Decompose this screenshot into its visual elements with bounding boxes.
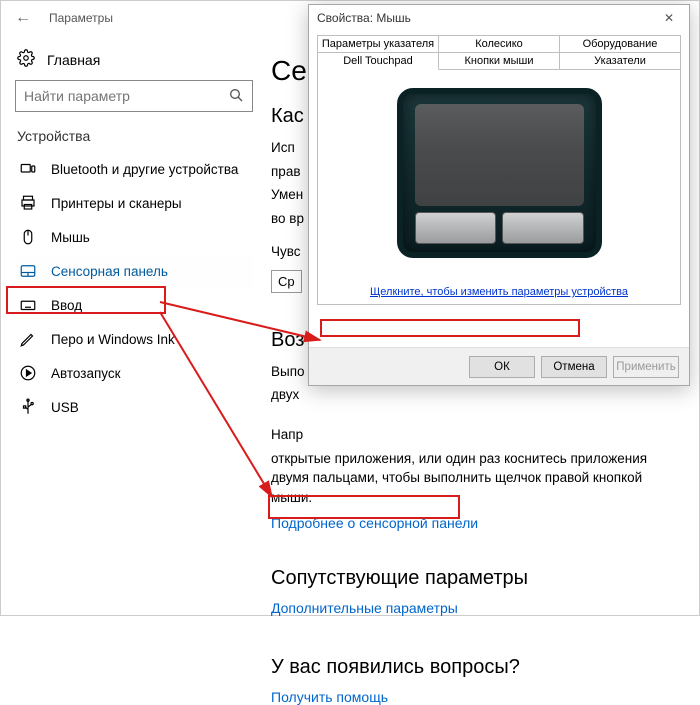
sidebar-item-label: Сенсорная панель [51, 264, 168, 279]
text-line: открытые приложения, или один раз коснит… [271, 449, 669, 508]
touchpad-icon [19, 262, 37, 280]
close-icon[interactable]: ✕ [649, 5, 689, 31]
usb-icon [19, 398, 37, 416]
tab-pointers[interactable]: Указатели [560, 53, 680, 70]
keyboard-icon [19, 296, 37, 314]
sidebar-item-typing[interactable]: Ввод [15, 288, 253, 322]
related-heading: Сопутствующие параметры [271, 567, 669, 590]
sidebar-item-home[interactable]: Главная [15, 43, 253, 80]
additional-settings-link[interactable]: Дополнительные параметры [271, 600, 458, 616]
sidebar-item-label: Принтеры и сканеры [51, 196, 182, 211]
search-input[interactable] [15, 80, 253, 112]
back-arrow-icon[interactable]: ← [15, 9, 31, 27]
text-line: Напр [271, 425, 669, 445]
mouse-icon [19, 228, 37, 246]
settings-title: Параметры [49, 11, 113, 25]
tab-dell-touchpad[interactable]: Dell Touchpad [318, 53, 439, 70]
autoplay-icon [19, 364, 37, 382]
text-line: двух [271, 385, 669, 405]
sidebar-item-autoplay[interactable]: Автозапуск [15, 356, 253, 390]
cancel-button[interactable]: Отмена [541, 356, 607, 378]
dialog-titlebar[interactable]: Свойства: Мышь ✕ [309, 5, 689, 31]
sidebar-item-label: Автозапуск [51, 366, 121, 381]
apply-button[interactable]: Применить [613, 356, 679, 378]
ok-button[interactable]: ОК [469, 356, 535, 378]
tab-strip: Параметры указателя Колесико Оборудовани… [317, 35, 681, 305]
sidebar-item-touchpad[interactable]: Сенсорная панель [15, 254, 253, 288]
search-icon [228, 87, 244, 106]
sidebar-item-usb[interactable]: USB [15, 390, 253, 424]
tab-pointer-options[interactable]: Параметры указателя [318, 36, 439, 53]
printer-icon [19, 194, 37, 212]
mouse-properties-dialog: Свойства: Мышь ✕ Параметры указателя Кол… [308, 4, 690, 386]
sidebar-item-printers[interactable]: Принтеры и сканеры [15, 186, 253, 220]
touchpad-illustration [397, 88, 602, 258]
tab-panel: Щелкните, чтобы изменить параметры устро… [318, 70, 680, 304]
sidebar-item-pen[interactable]: Перо и Windows Ink [15, 322, 253, 356]
dialog-footer: ОК Отмена Применить [309, 347, 689, 385]
get-help-link[interactable]: Получить помощь [271, 689, 388, 705]
pen-icon [19, 330, 37, 348]
sidebar-item-label: Ввод [51, 298, 82, 313]
more-touchpad-link[interactable]: Подробнее о сенсорной панели [271, 515, 478, 531]
sidebar-home-label: Главная [47, 52, 100, 68]
tab-buttons[interactable]: Кнопки мыши [439, 53, 560, 70]
sensitivity-dropdown[interactable]: Ср [271, 270, 302, 293]
sidebar-section-label: Устройства [15, 128, 253, 144]
dialog-title: Свойства: Мышь [317, 11, 411, 25]
sidebar-item-mouse[interactable]: Мышь [15, 220, 253, 254]
change-device-settings-link[interactable]: Щелкните, чтобы изменить параметры устро… [370, 286, 628, 298]
tab-hardware[interactable]: Оборудование [560, 36, 680, 53]
tab-wheel[interactable]: Колесико [439, 36, 560, 53]
sidebar-item-label: USB [51, 400, 79, 415]
gear-icon [17, 49, 35, 70]
devices-icon [19, 160, 37, 178]
sidebar-item-bluetooth[interactable]: Bluetooth и другие устройства [15, 152, 253, 186]
sidebar-item-label: Мышь [51, 230, 90, 245]
faq-heading: У вас появились вопросы? [271, 656, 669, 679]
sidebar: Главная Устройства Bluetooth и другие ус… [1, 35, 263, 615]
sidebar-item-label: Перо и Windows Ink [51, 332, 175, 347]
sidebar-item-label: Bluetooth и другие устройства [51, 162, 238, 177]
search-field[interactable] [24, 88, 228, 104]
